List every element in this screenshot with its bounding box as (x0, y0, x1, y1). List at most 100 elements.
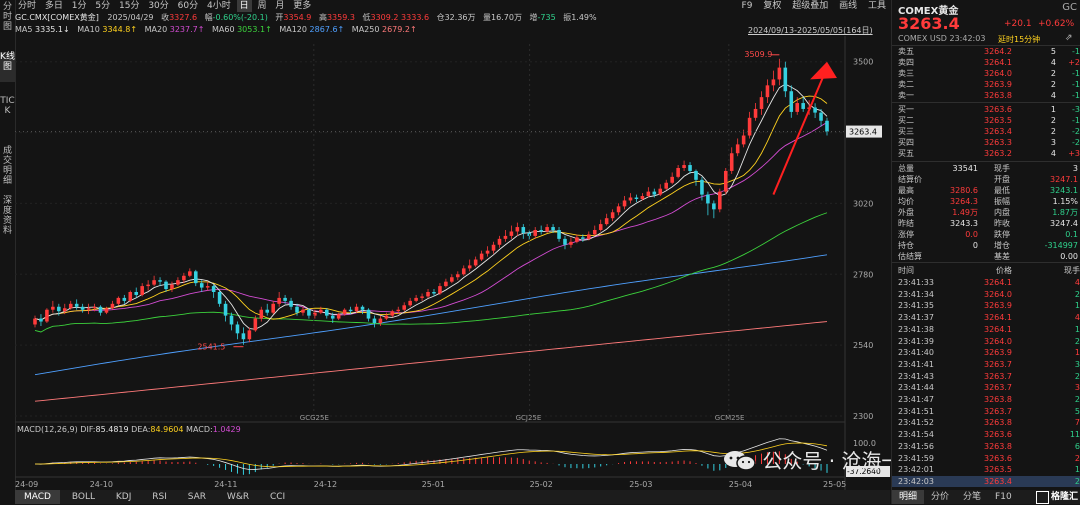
candle-body (491, 244, 496, 251)
stat-value: 0 (972, 241, 978, 250)
bid-row: 买三 3263.4 2 -2 (892, 126, 1080, 137)
ask-volume: 4 (1050, 91, 1056, 100)
candle-body (134, 292, 139, 295)
stat-row: 持仓 0 增仓 -314997 (892, 240, 1080, 251)
tick-row: 23:41:37 3264.1 4 (892, 312, 1080, 323)
period-week[interactable]: 周 (254, 0, 269, 12)
tick-volume: 1 (1074, 465, 1080, 475)
candle-body (640, 196, 645, 199)
tab-tick[interactable]: TICK (0, 96, 15, 140)
tab-wr[interactable]: W&R (218, 490, 258, 504)
bid-volume: 4 (1050, 149, 1056, 158)
candle-body (319, 309, 323, 313)
adjust-button[interactable]: 复权 (763, 1, 781, 11)
stat-label: 结算价 (898, 175, 922, 184)
inc-value: -735 (537, 13, 556, 22)
ask-row: 卖一 3263.8 4 -1 (892, 90, 1080, 101)
tab-rsi[interactable]: RSI (143, 490, 176, 504)
tab-kdj[interactable]: KDJ (107, 490, 141, 504)
period-60min[interactable]: 60分 (175, 0, 201, 12)
candle-body (68, 303, 73, 309)
candles (33, 58, 829, 345)
candle-body (390, 311, 395, 316)
period-multi-day[interactable]: 多日 (42, 0, 66, 12)
tab-ticks[interactable]: 分笔 (956, 490, 988, 504)
bid-row: 买二 3263.5 2 -1 (892, 115, 1080, 126)
candle-body (509, 231, 514, 236)
tab-macd[interactable]: MACD (15, 490, 60, 504)
candle-body (414, 297, 418, 301)
expand-icon[interactable]: ⇗ (1065, 33, 1073, 43)
tick-time: 23:41:59 (898, 453, 934, 463)
tick-price: 3263.7 (984, 406, 1012, 416)
tab-boll[interactable]: BOLL (63, 490, 104, 504)
candle-body (616, 206, 621, 213)
tick-price: 3263.5 (984, 465, 1012, 475)
stat-row: 昨结 3243.3 昨收 3247.4 (892, 218, 1080, 229)
candle-body (164, 281, 168, 290)
period-day[interactable]: 日 (236, 0, 252, 12)
tab-kline[interactable]: K线图 (0, 52, 15, 82)
ask-price: 3264.0 (984, 69, 1012, 78)
stat-value: 3247.4 (1050, 219, 1078, 228)
tab-f10[interactable]: F10 (988, 490, 1019, 504)
tick-time: 23:41:37 (898, 313, 934, 323)
candle-body (598, 224, 603, 230)
tools-button[interactable]: 工具 (868, 1, 886, 11)
tick-time: 23:41:51 (898, 406, 934, 416)
quote-info-bar: GC.CMX[COMEX黄金] 2025/04/29 收3327.6 幅-0.6… (15, 12, 890, 23)
tick-time: 23:41:52 (898, 418, 934, 428)
volume-value: 16.70万 (491, 13, 522, 22)
tick-price: 3263.6 (984, 430, 1012, 440)
tick-time: 23:41:43 (898, 371, 934, 381)
candle-body (199, 283, 204, 288)
stat-label: 开盘 (994, 175, 1010, 184)
candle-body (819, 112, 823, 121)
ma120-line (34, 254, 828, 376)
tab-price-dist[interactable]: 分价 (924, 490, 956, 504)
period-5min[interactable]: 5分 (92, 0, 113, 12)
period-15min[interactable]: 15分 (116, 0, 142, 12)
date-axis: 24-09 24-10 24-11 24-12 25-01 25-02 25-03 25-04… (15, 476, 846, 489)
tab-cci[interactable]: CCI (261, 490, 294, 504)
period-4hour[interactable]: 4小时 (204, 0, 234, 12)
tab-detail[interactable]: 明细 (892, 490, 925, 504)
candle-body (652, 191, 657, 195)
ask-delta: -1 (1072, 91, 1080, 100)
candle-body (366, 309, 371, 319)
tick-row: 23:41:44 3263.7 3 (892, 382, 1080, 393)
tab-intraday[interactable]: 分时图 (0, 2, 15, 46)
period-1min[interactable]: 1分 (69, 0, 90, 12)
candle-body (140, 286, 144, 295)
draw-line-button[interactable]: 画线 (839, 1, 857, 11)
candle-body (688, 165, 692, 171)
overlay-button[interactable]: 超级叠加 (792, 1, 828, 11)
period-30min[interactable]: 30分 (145, 0, 171, 12)
f9-button[interactable]: F9 (742, 1, 753, 11)
tick-volume: 4 (1074, 313, 1080, 323)
candle-body (676, 168, 680, 177)
tick-volume: 6 (1074, 441, 1080, 451)
candle-body (33, 318, 37, 325)
tick-time: 23:41:34 (898, 289, 934, 299)
tab-sar[interactable]: SAR (179, 490, 215, 504)
candle-body (700, 179, 704, 195)
tab-depth-data[interactable]: 深度资料 (0, 196, 15, 240)
kline-chart[interactable]: 3500326030202780254023003263.4 MACD(12,2… (15, 36, 890, 490)
bid-row: 买五 3263.2 4 +3 (892, 148, 1080, 159)
candle-body (813, 107, 817, 113)
candle-body (158, 280, 162, 282)
candle-body (610, 212, 615, 219)
tab-trade-detail[interactable]: 成交明细 (0, 146, 15, 190)
period-toolbar: 分时 多日 1分 5分 15分 30分 60分 4小时 日 周 月 更多 F9 … (15, 0, 890, 12)
period-month[interactable]: 月 (272, 0, 287, 12)
candle-body (771, 79, 776, 86)
period-more[interactable]: 更多 (290, 0, 314, 12)
ask-price: 3263.8 (984, 91, 1012, 100)
ask-row: 卖五 3264.2 5 -1 (892, 46, 1080, 57)
ask-delta: -1 (1072, 47, 1080, 56)
candle-body (539, 230, 543, 232)
period-intraday[interactable]: 分时 (15, 0, 39, 12)
candle-body (354, 306, 359, 312)
candle-body (604, 218, 609, 225)
